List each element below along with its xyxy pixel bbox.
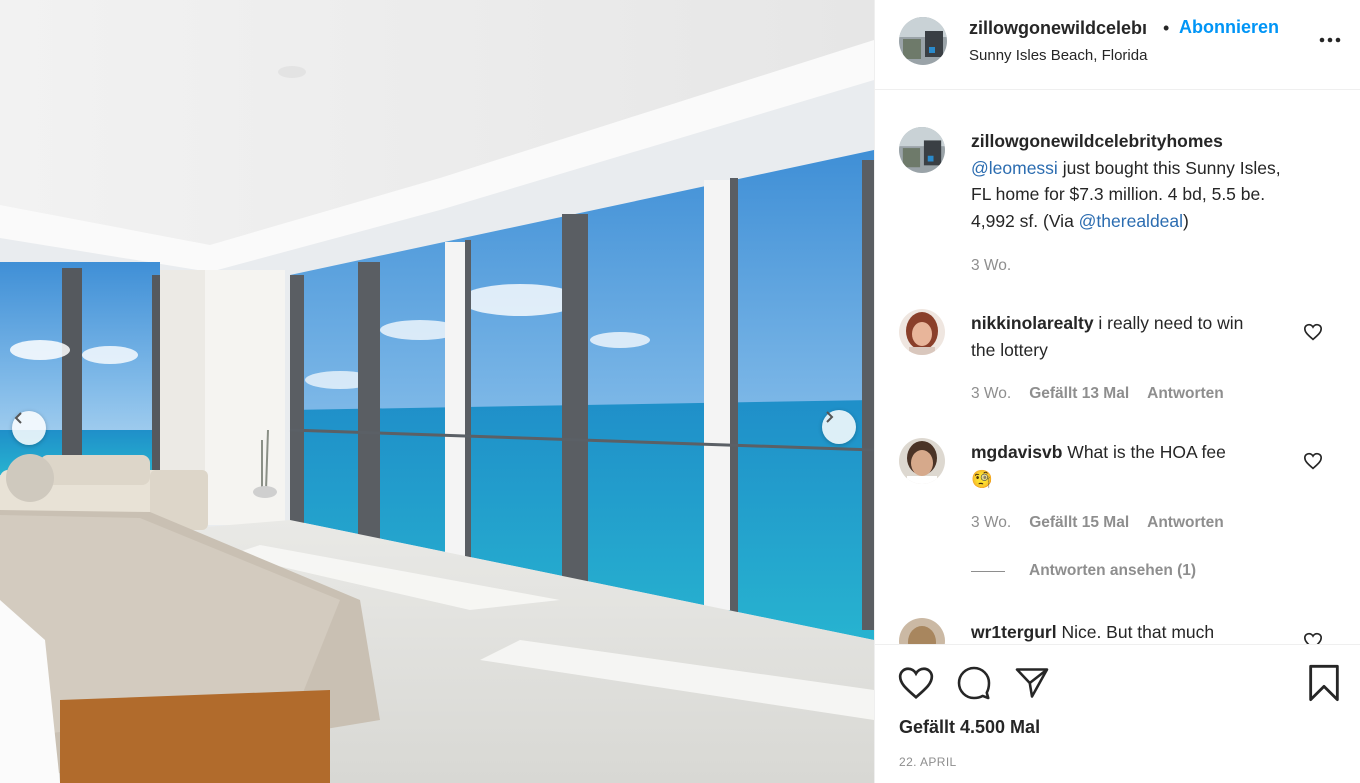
- likes-count[interactable]: Gefällt 4.500 Mal: [899, 717, 1040, 738]
- comment-icon: [957, 666, 991, 700]
- comment-text: nikkinolarealty i really need to win the…: [971, 310, 1271, 363]
- caption-body-end: ): [1183, 210, 1189, 231]
- comment-button[interactable]: [955, 665, 993, 706]
- share-button[interactable]: [1013, 665, 1051, 706]
- bedroom-ocean-view-image: [0, 0, 874, 783]
- emoji-icon: 🧐: [971, 468, 993, 489]
- avatar-image: [899, 17, 947, 65]
- chevron-left-icon: [14, 412, 22, 424]
- more-options-button[interactable]: [1317, 30, 1343, 50]
- save-button[interactable]: [1307, 663, 1341, 708]
- heart-icon: [1303, 323, 1323, 341]
- heart-icon: [1303, 632, 1323, 644]
- post-photo[interactable]: [0, 0, 874, 783]
- post-header: zillowgonewildcelebı • Abonnieren Sunny …: [875, 0, 1360, 90]
- comment-likes[interactable]: Gefällt 15 Mal: [1029, 514, 1129, 532]
- caption-time[interactable]: 3 Wo.: [971, 257, 1011, 275]
- avatar-image: [899, 438, 945, 484]
- mention-link[interactable]: @therealdeal: [1079, 211, 1183, 231]
- post-date[interactable]: 22. APRIL: [899, 755, 957, 769]
- caption-meta: 3 Wo.: [971, 257, 1011, 275]
- post-side-panel: zillowgonewildcelebı • Abonnieren Sunny …: [874, 0, 1360, 783]
- comment-text: mgdavisvb What is the HOA fee 🧐: [971, 439, 1271, 492]
- caption-text: zillowgonewildcelebrityhomes @leomessi j…: [971, 128, 1301, 234]
- caption-username[interactable]: zillowgonewildcelebrityhomes: [971, 131, 1223, 151]
- commenter-username[interactable]: nikkinolarealty: [971, 313, 1094, 333]
- next-photo-button[interactable]: [822, 410, 856, 444]
- view-replies-button[interactable]: Antworten ansehen (1): [971, 562, 1196, 580]
- author-username[interactable]: zillowgonewildcelebı: [969, 18, 1157, 39]
- commenter-avatar[interactable]: [899, 618, 945, 644]
- chevron-right-icon: [826, 411, 834, 423]
- follow-button[interactable]: Abonnieren: [1179, 17, 1279, 38]
- comment-body: What is the HOA fee: [1062, 442, 1226, 462]
- heart-icon: [1303, 452, 1323, 470]
- comment-time[interactable]: 3 Wo.: [971, 385, 1011, 403]
- bookmark-icon: [1309, 664, 1339, 702]
- reply-button[interactable]: Antworten: [1147, 385, 1224, 403]
- author-avatar[interactable]: [899, 17, 947, 65]
- comment-time[interactable]: 3 Wo.: [971, 514, 1011, 532]
- commenter-username[interactable]: mgdavisvb: [971, 442, 1062, 462]
- commenter-username[interactable]: wr1tergurl: [971, 622, 1057, 642]
- avatar-image: [899, 309, 945, 355]
- separator-dot: •: [1163, 18, 1170, 38]
- comment-like-button[interactable]: [1303, 632, 1323, 644]
- post-location[interactable]: Sunny Isles Beach, Florida: [969, 47, 1147, 64]
- heart-icon: [898, 667, 934, 700]
- post-actions: Gefällt 4.500 Mal 22. APRIL: [875, 644, 1360, 783]
- comment-meta: 3 Wo. Gefällt 13 Mal Antworten: [971, 385, 1224, 403]
- mention-link[interactable]: @leomessi: [971, 158, 1058, 178]
- more-options-icon: [1319, 37, 1341, 43]
- commenter-avatar[interactable]: [899, 309, 945, 355]
- reply-button[interactable]: Antworten: [1147, 514, 1224, 532]
- comment-text: wr1tergurl Nice. But that much: [971, 619, 1271, 644]
- comment-like-button[interactable]: [1303, 323, 1323, 341]
- commenter-avatar[interactable]: [899, 438, 945, 484]
- previous-photo-button[interactable]: [12, 411, 46, 445]
- avatar-image: [899, 127, 945, 173]
- comment-body: Nice. But that much: [1056, 622, 1215, 642]
- comments-list[interactable]: zillowgonewildcelebrityhomes @leomessi j…: [875, 91, 1360, 644]
- comment-likes[interactable]: Gefällt 13 Mal: [1029, 385, 1129, 403]
- paper-plane-icon: [1015, 668, 1049, 698]
- comment-meta: 3 Wo. Gefällt 15 Mal Antworten: [971, 514, 1224, 532]
- comment-like-button[interactable]: [1303, 452, 1323, 470]
- reply-line-divider: [971, 570, 1005, 572]
- caption-avatar[interactable]: [899, 127, 945, 173]
- like-button[interactable]: [897, 665, 935, 706]
- instagram-post-modal: zillowgonewildcelebı • Abonnieren Sunny …: [0, 0, 1360, 783]
- view-replies-label: Antworten ansehen (1): [1029, 562, 1197, 579]
- avatar-image: [899, 618, 945, 644]
